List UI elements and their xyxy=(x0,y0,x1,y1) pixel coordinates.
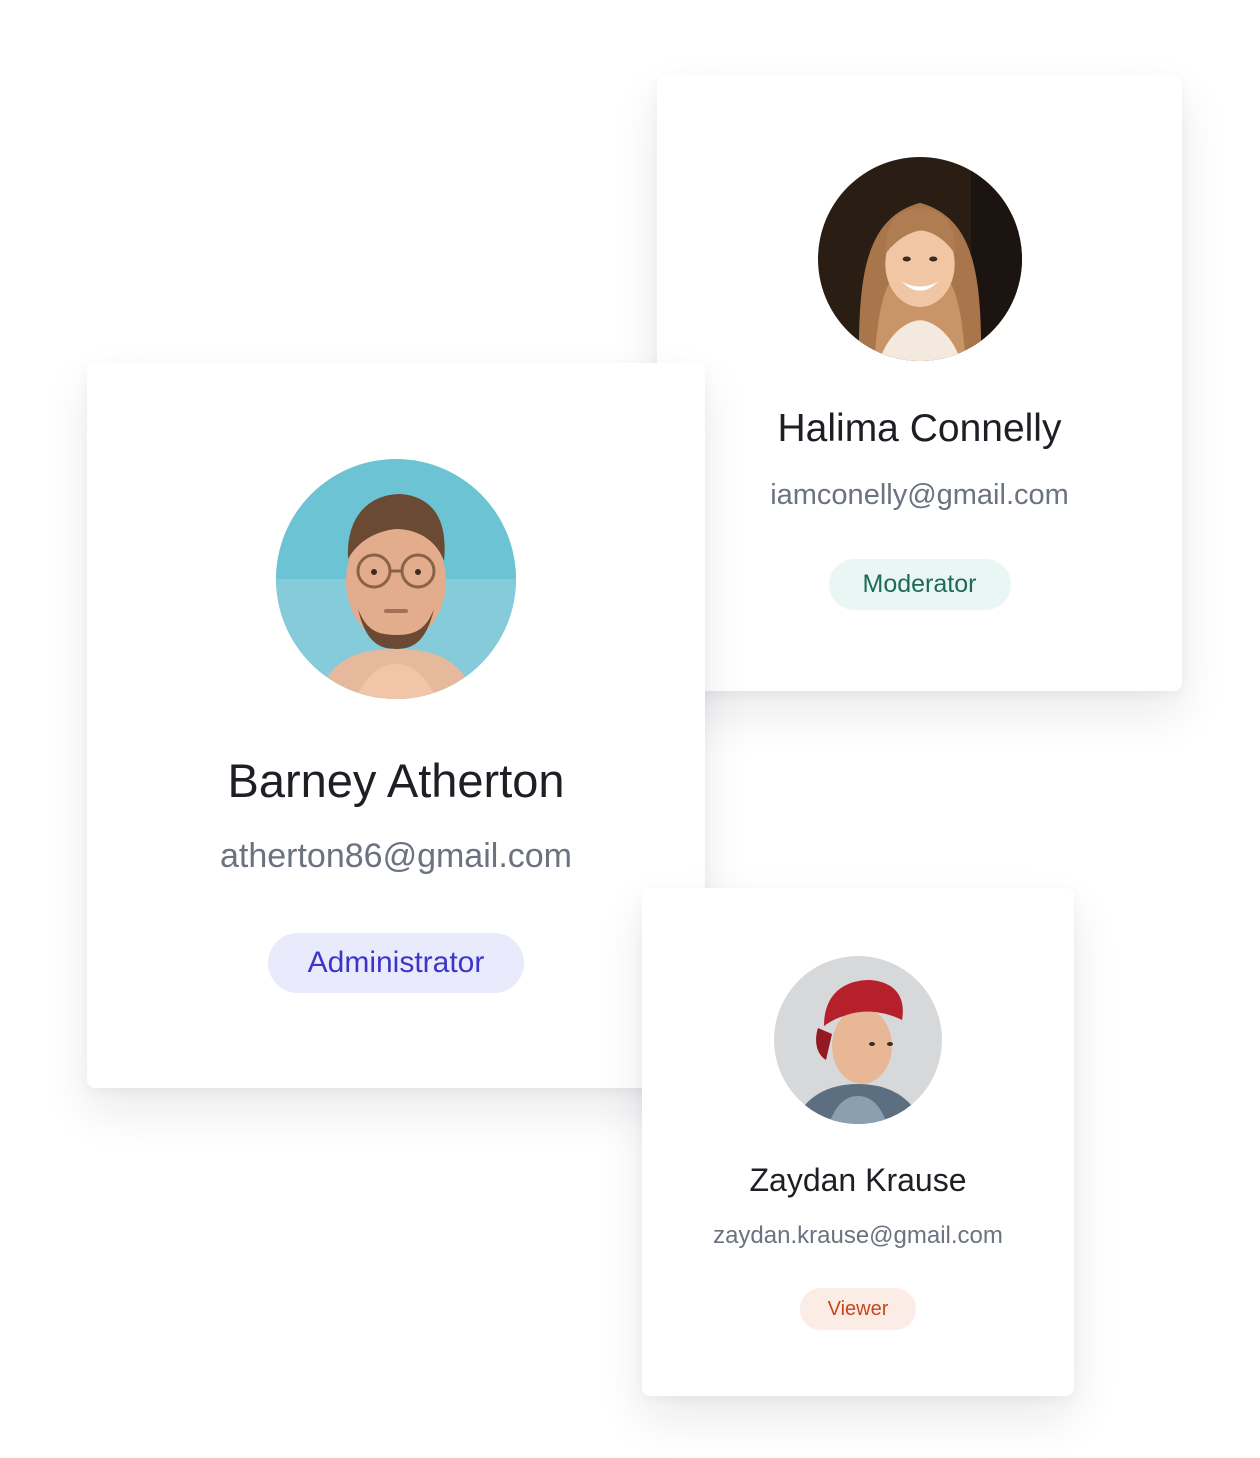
user-card-barney[interactable]: Barney Atherton atherton86@gmail.com Adm… xyxy=(87,363,705,1088)
user-email: zaydan.krause@gmail.com xyxy=(713,1222,1003,1249)
user-email: atherton86@gmail.com xyxy=(219,837,573,875)
avatar-photo-woman-smiling xyxy=(817,157,1022,361)
avatar xyxy=(817,157,1022,361)
role-badge: Administrator xyxy=(268,933,524,993)
role-badge: Moderator xyxy=(828,559,1011,610)
user-name: Zaydan Krause xyxy=(749,1162,967,1198)
user-card-zaydan[interactable]: Zaydan Krause zaydan.krause@gmail.com Vi… xyxy=(642,888,1074,1396)
avatar-photo-man-red-cap xyxy=(774,956,942,1124)
user-email: iamconelly@gmail.com xyxy=(770,479,1069,511)
user-name: Barney Atherton xyxy=(227,754,565,807)
avatar xyxy=(276,459,516,699)
user-card-halima[interactable]: Halima Connelly iamconelly@gmail.com Mod… xyxy=(657,75,1182,691)
avatar-photo-man-glasses xyxy=(276,459,516,699)
role-badge: Viewer xyxy=(800,1288,916,1330)
avatar xyxy=(774,956,942,1124)
user-name: Halima Connelly xyxy=(777,407,1062,450)
